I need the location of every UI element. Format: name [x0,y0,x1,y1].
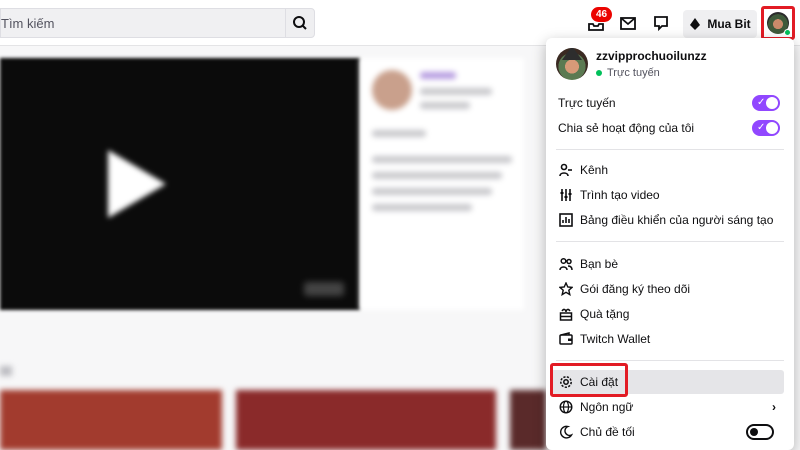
check-icon: ✓ [757,122,766,133]
menu-item-creator-dashboard[interactable]: Bảng điều khiển của người sáng tạo [550,208,784,232]
friends-icon [559,257,573,271]
blur-line [420,88,492,95]
toggle-label: Chia sẻ hoạt động của tôi [558,121,695,135]
online-toggle[interactable]: ✓ [752,95,780,111]
check-icon: ✓ [757,97,766,108]
globe-icon [559,400,573,414]
online-status-dot [596,70,602,76]
featured-video-player[interactable] [0,58,360,310]
presence-status: Trực tuyến [596,67,707,79]
chevron-right-icon: › [772,400,776,414]
menu-item-channel[interactable]: Kênh [550,158,784,182]
share-activity-toggle[interactable]: ✓ [752,120,780,136]
star-icon [559,282,573,296]
divider [556,360,784,361]
video-controls [304,282,344,296]
avatar [556,48,588,80]
stream-thumbnail[interactable] [0,390,222,450]
menu-item-gifts[interactable]: Quà tặng [550,302,784,326]
username: zzvipprochuoilunzz [596,49,707,63]
featured-stream-info [360,58,524,310]
toggle-label: Trực tuyến [558,96,616,110]
blur-line [420,102,470,109]
presence-status-label: Trực tuyến [607,67,660,79]
divider [556,241,784,242]
menu-item-label: Bảng điều khiển của người sáng tạo [580,213,774,227]
chat-bubble-icon [654,16,668,32]
menu-item-label: Bạn bè [580,257,619,271]
bits-diamond-icon [690,18,701,30]
blur-line [372,156,512,163]
search-button[interactable] [285,8,315,38]
bits-label: Mua Bit [707,17,751,31]
menu-item-label: Chủ đề tối [580,425,635,439]
user-avatar-button[interactable] [761,6,795,40]
toggle-row-share-activity: Chia sẻ hoạt động của tôi ✓ [558,118,780,138]
moon-icon [560,425,573,439]
mail-icon [620,17,636,30]
menu-item-twitch-wallet[interactable]: Twitch Wallet [550,327,784,351]
menu-item-label: Gói đăng ký theo dõi [580,282,691,296]
menu-item-label: Trình tạo video [580,188,660,202]
avatar [767,12,791,36]
search-input[interactable] [0,8,285,38]
blur-line [372,204,472,211]
streamer-name-blur [420,72,456,79]
search-icon [293,16,307,30]
search-bar [0,8,317,38]
blur-line [372,130,426,137]
menu-item-label: Twitch Wallet [580,332,651,346]
menu-user-header: zzvipprochuoilunzz Trực tuyến [556,48,707,80]
whispers-button[interactable] [650,12,672,34]
gift-icon [559,308,573,321]
toggle-row-online: Trực tuyến ✓ [558,93,780,113]
channel-icon [559,163,572,177]
creator-dashboard-icon [559,213,573,227]
menu-item-subscriptions[interactable]: Gói đăng ký theo dõi [550,277,784,301]
menu-item-language[interactable]: Ngôn ngữ › [550,395,784,419]
wallet-icon [559,332,573,345]
play-icon [108,150,166,218]
divider [556,149,784,150]
streamer-avatar [372,70,412,110]
section-title-blur [0,366,12,376]
stream-thumbnail[interactable] [236,390,496,450]
notification-count-badge: 46 [591,7,613,22]
stream-thumbnail[interactable] [510,390,546,450]
menu-item-friends[interactable]: Bạn bè [550,252,784,276]
menu-item-label: Quà tặng [580,307,630,321]
inbox-button[interactable] [617,12,639,34]
menu-item-video-producer[interactable]: Trình tạo video [550,183,784,207]
online-status-dot [784,29,791,36]
menu-item-label: Kênh [580,163,609,177]
settings-highlight-box [550,363,628,397]
menu-item-label: Ngôn ngữ [580,400,634,414]
get-bits-button[interactable]: Mua Bit [683,10,757,38]
blur-line [372,172,502,179]
menu-item-dark-theme[interactable]: Chủ đề tối [550,420,784,444]
video-producer-icon [560,189,572,201]
dark-theme-toggle[interactable] [746,424,774,440]
blur-line [372,188,492,195]
